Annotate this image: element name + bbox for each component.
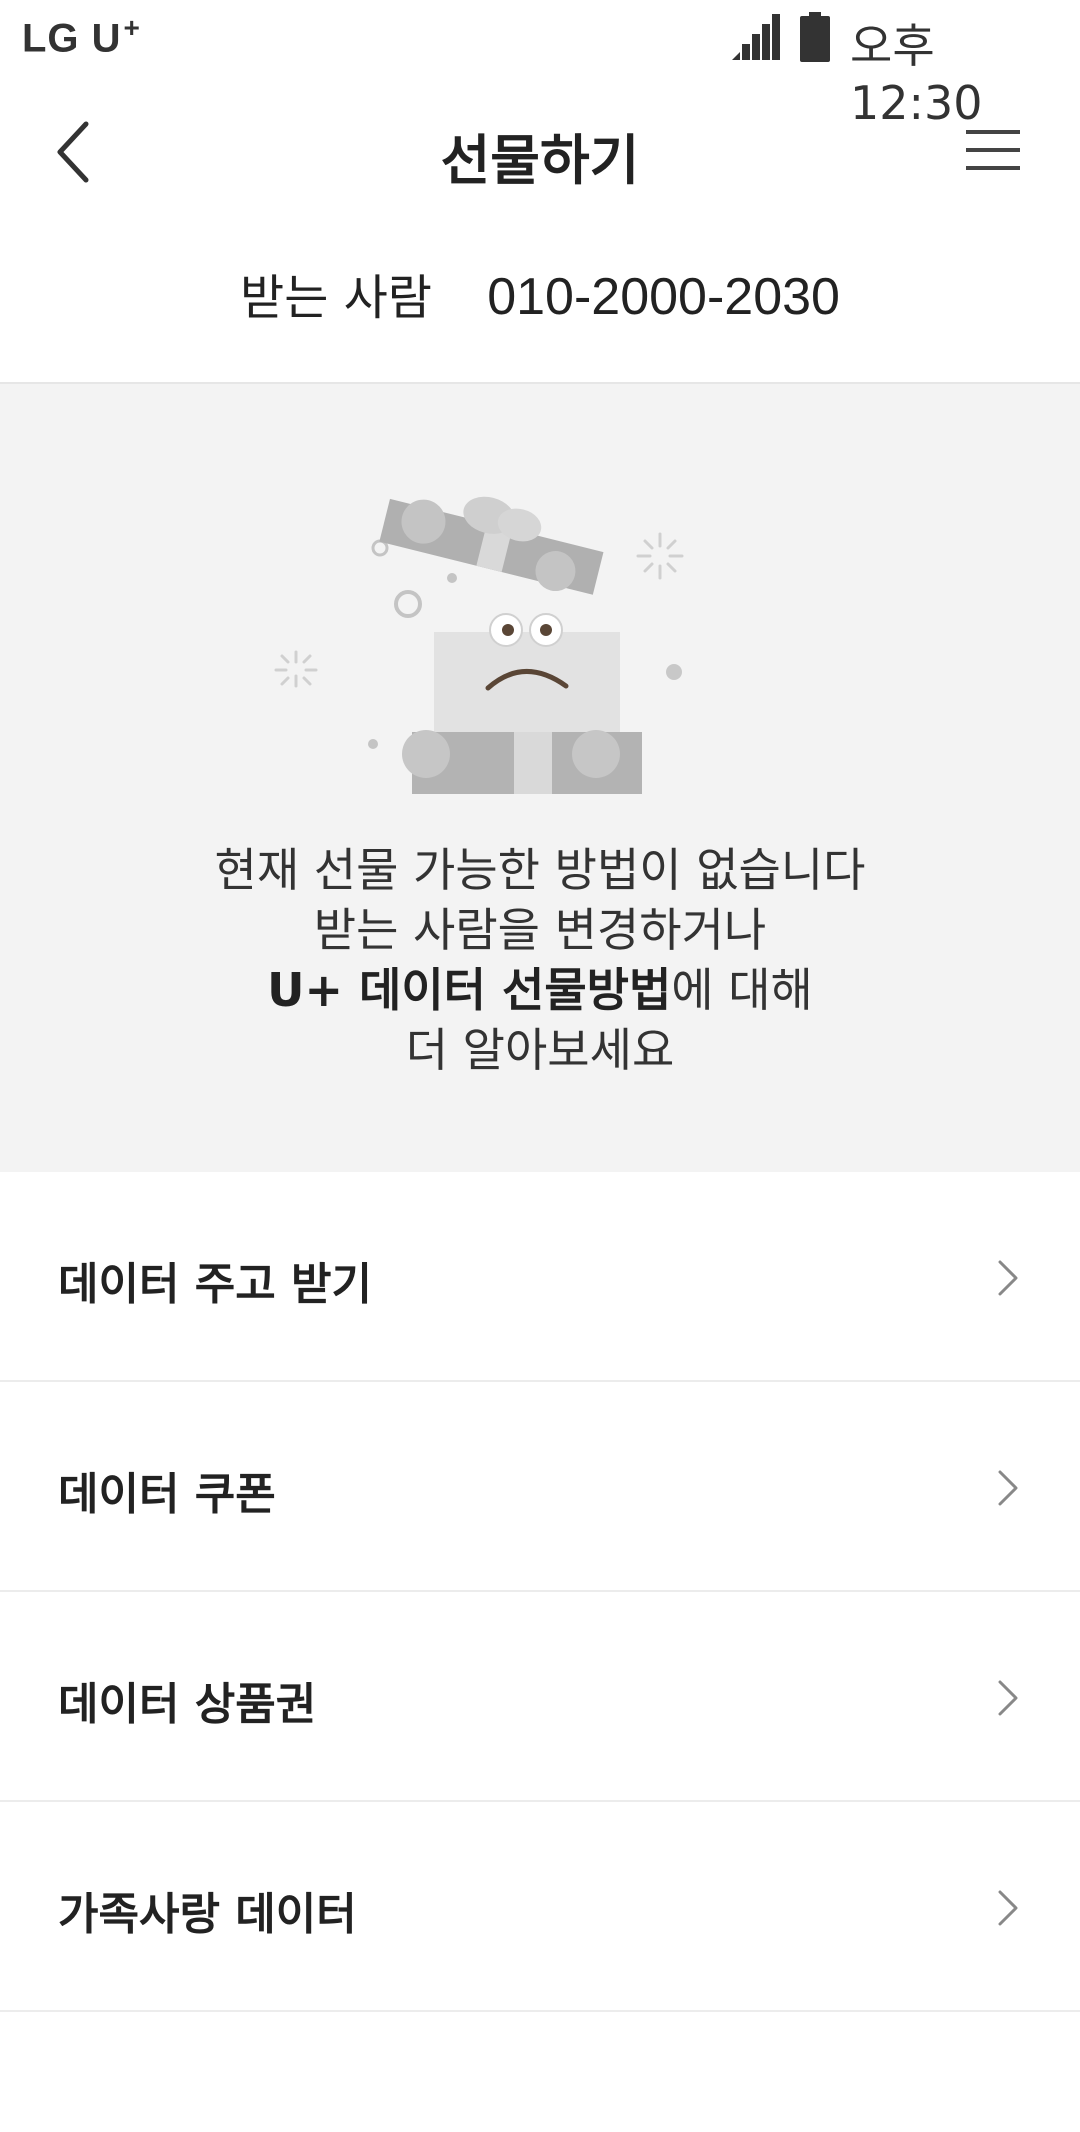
empty-state-panel: 현재 선물 가능한 방법이 없습니다 받는 사람을 변경하거나 U+ 데이터 선… (0, 384, 1080, 1172)
hamburger-menu-icon (966, 130, 1020, 170)
recipient-label: 받는 사람 (240, 270, 432, 326)
empty-state-line-2: 받는 사람을 변경하거나 (313, 903, 767, 957)
menu-item-family-data[interactable]: 가족사랑 데이터 (0, 1802, 1080, 2012)
carrier-logo: LG U+ (22, 12, 141, 61)
chevron-right-icon (998, 1680, 1018, 1716)
chevron-right-icon (998, 1890, 1018, 1926)
chevron-right-icon (998, 1470, 1018, 1506)
sad-gift-box-illustration (274, 496, 684, 794)
menu-button[interactable] (956, 120, 1028, 180)
menu-item-data-gift-card[interactable]: 데이터 상품권 (0, 1592, 1080, 1802)
empty-state-line-3: U+ 데이터 선물방법에 대해 (267, 963, 813, 1017)
empty-state-line-1: 현재 선물 가능한 방법이 없습니다 (214, 843, 866, 897)
gift-method-list: 데이터 주고 받기 데이터 쿠폰 데이터 상품권 가족사랑 데이터 (0, 1172, 1080, 2012)
chevron-right-icon (998, 1260, 1018, 1296)
menu-item-label: 데이터 상품권 (58, 1679, 317, 1730)
menu-item-label: 데이터 주고 받기 (58, 1259, 372, 1310)
app-bar: 선물하기 (0, 80, 1080, 220)
menu-item-label: 가족사랑 데이터 (58, 1889, 357, 1940)
menu-item-data-coupon[interactable]: 데이터 쿠폰 (0, 1382, 1080, 1592)
gift-method-highlight: U+ 데이터 선물방법 (267, 963, 672, 1017)
signal-icon (732, 14, 780, 60)
page-title: 선물하기 (440, 129, 640, 192)
empty-state-message: 현재 선물 가능한 방법이 없습니다 받는 사람을 변경하거나 U+ 데이터 선… (0, 840, 1080, 1080)
battery-icon (800, 12, 830, 62)
empty-state-line-4: 더 알아보세요 (405, 1023, 675, 1077)
menu-item-label: 데이터 쿠폰 (58, 1469, 276, 1520)
recipient-row: 받는 사람 010-2000-2030 (0, 258, 1080, 328)
status-bar: LG U+ 오후 12:30 (0, 0, 1080, 130)
gift-screen: LG U+ 오후 12:30 선물하기 받는 사람 010-2000-2030 … (0, 0, 1080, 2132)
recipient-phone: 010-2000-2030 (487, 268, 840, 326)
menu-item-data-share[interactable]: 데이터 주고 받기 (0, 1172, 1080, 1382)
